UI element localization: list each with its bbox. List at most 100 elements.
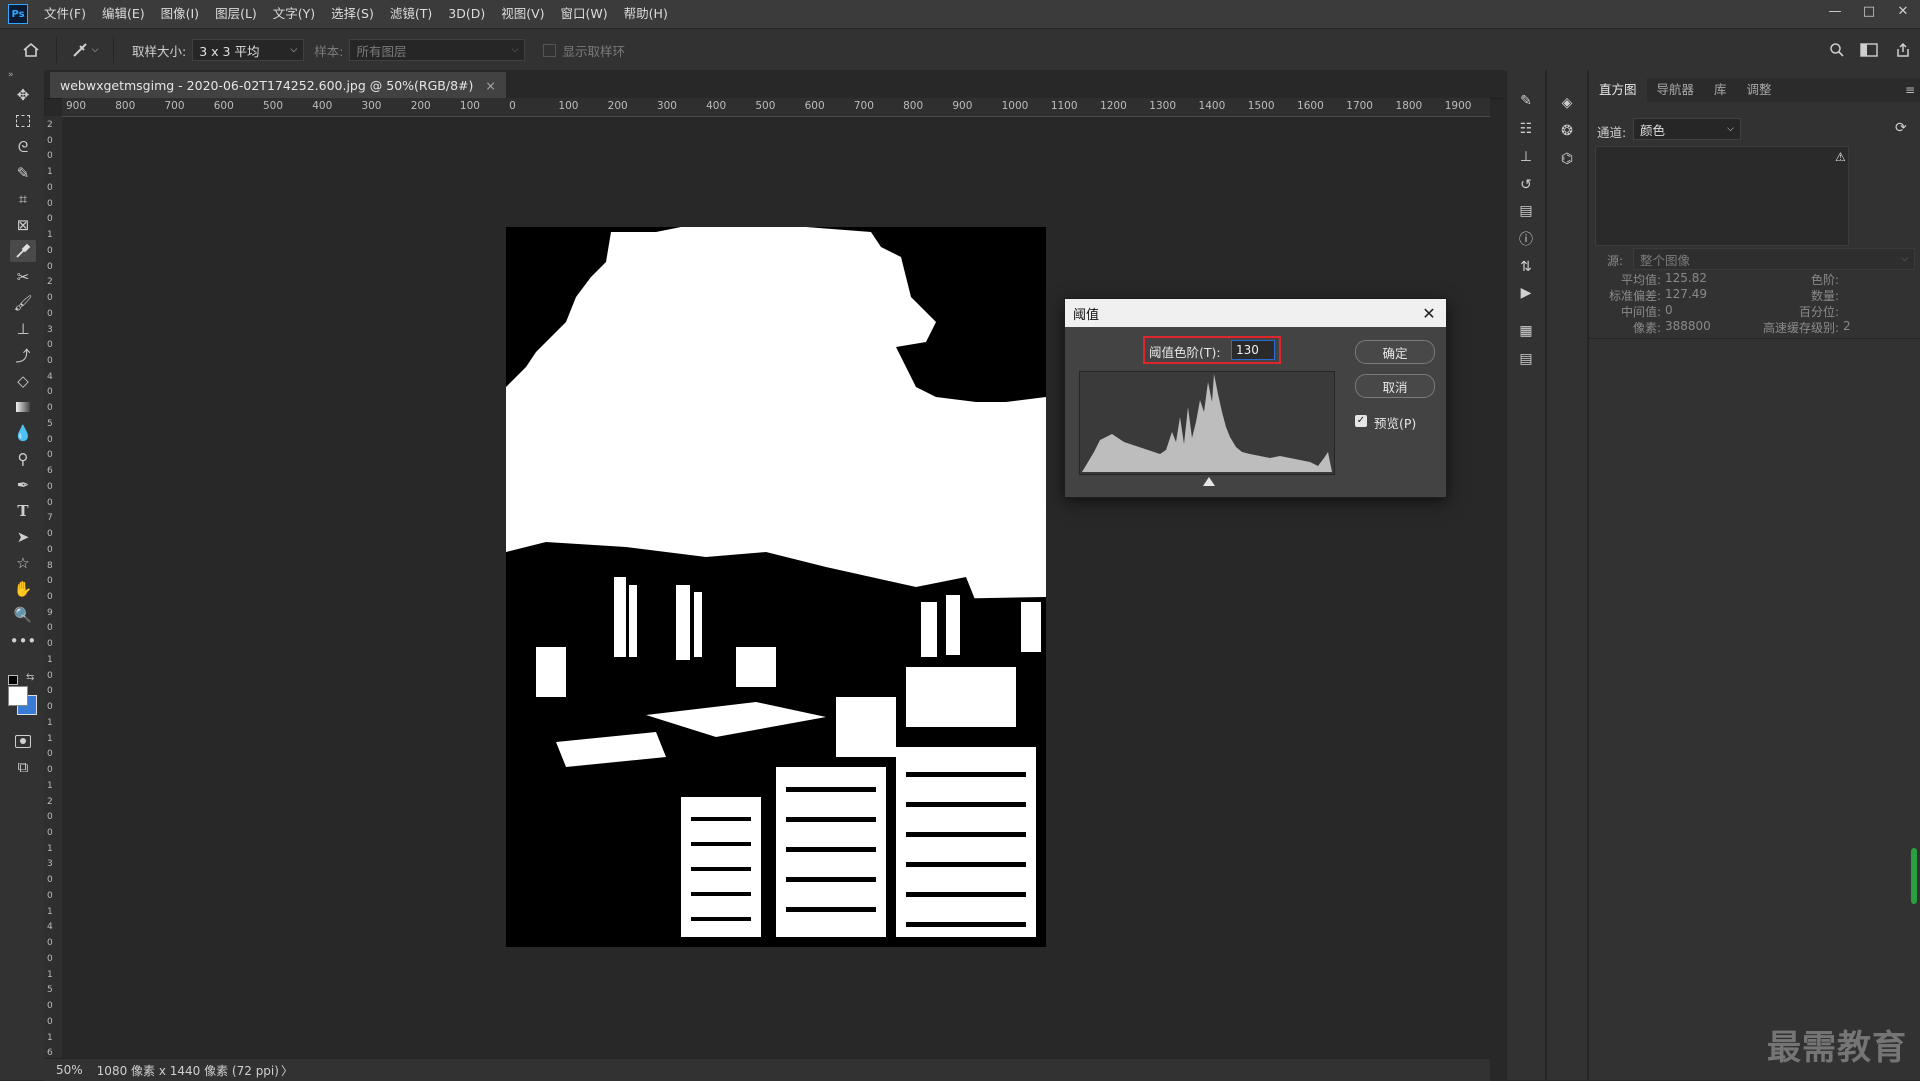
pen-tool-icon[interactable]: ✒ xyxy=(10,474,36,496)
channels-icon[interactable]: ❂ xyxy=(1555,120,1579,142)
status-menu-arrow[interactable]: 〉 xyxy=(281,1062,293,1079)
home-icon[interactable] xyxy=(14,35,48,65)
threshold-level-input[interactable]: 130 xyxy=(1231,340,1275,360)
sample-size-select[interactable]: 3 x 3 平均 ⌵ xyxy=(192,39,305,61)
menu-type[interactable]: 文字(Y) xyxy=(265,0,323,28)
menu-help[interactable]: 帮助(H) xyxy=(616,0,676,28)
paths-icon[interactable]: ⌬ xyxy=(1555,148,1579,170)
brush-tool-icon[interactable]: 🖌 xyxy=(10,292,36,314)
collapse-arrows-icon[interactable]: » xyxy=(8,70,14,80)
threshold-level-label: 阈值色阶(T): xyxy=(1149,345,1221,360)
ruler-left-label: 0 xyxy=(47,214,53,225)
crop-tool-icon[interactable]: ⌗ xyxy=(10,188,36,210)
workspace-icon[interactable] xyxy=(1852,43,1886,57)
ruler-left-label: 1 xyxy=(47,733,53,744)
stat-median-value: 0 xyxy=(1665,303,1673,317)
menu-view[interactable]: 视图(V) xyxy=(493,0,552,28)
blur-tool-icon[interactable]: 💧 xyxy=(10,422,36,444)
layers-icon[interactable]: ◈ xyxy=(1555,92,1579,114)
dodge-tool-icon[interactable]: ⚲ xyxy=(10,448,36,470)
channel-select[interactable]: 颜色 ⌵ xyxy=(1633,118,1741,140)
search-icon[interactable] xyxy=(1822,42,1852,58)
dialog-close-button[interactable]: ✕ xyxy=(1418,302,1440,324)
swatches-icon[interactable]: ▤ xyxy=(1514,200,1538,222)
menu-layer[interactable]: 图层(L) xyxy=(207,0,265,28)
stamp-tool-icon[interactable]: ⊥ xyxy=(10,318,36,340)
show-ring-checkbox[interactable] xyxy=(543,43,557,57)
quick-mask-icon[interactable] xyxy=(10,730,36,752)
watermark-text: 最需教育 xyxy=(1767,1028,1907,1068)
cancel-button[interactable]: 取消 xyxy=(1355,374,1435,398)
more-tools-icon[interactable]: ••• xyxy=(10,630,37,652)
menu-image[interactable]: 图像(I) xyxy=(153,0,207,28)
menu-3d[interactable]: 3D(D) xyxy=(440,0,493,28)
hand-tool-icon[interactable]: ✋ xyxy=(10,578,36,600)
minimize-button[interactable]: — xyxy=(1818,0,1852,22)
path-select-tool-icon[interactable]: ➤ xyxy=(10,526,36,548)
info-icon[interactable]: ⓘ xyxy=(1514,228,1538,250)
preview-checkbox[interactable]: ✓ xyxy=(1355,415,1367,427)
gradient-tool-icon[interactable] xyxy=(10,396,36,418)
default-colors-icon[interactable] xyxy=(8,675,18,685)
quick-select-tool-icon[interactable]: ✎ xyxy=(10,162,36,184)
swap-colors-icon[interactable]: ⇆ xyxy=(26,672,34,683)
screen-mode-icon[interactable]: ⧉ xyxy=(10,756,36,778)
close-tab-icon[interactable]: × xyxy=(485,78,495,93)
actions-play-icon[interactable]: ▶ xyxy=(1514,282,1538,304)
menu-edit[interactable]: 编辑(E) xyxy=(94,0,153,28)
marquee-tool-icon[interactable] xyxy=(10,110,36,132)
stat-level-label: 色阶: xyxy=(1810,273,1839,287)
zoom-tool-icon[interactable]: 🔍 xyxy=(10,604,36,626)
sample-size-value: 3 x 3 平均 xyxy=(199,43,260,59)
frame-tool-icon[interactable]: ⊠ xyxy=(10,214,36,236)
threshold-image[interactable] xyxy=(506,227,1046,947)
panel-menu-icon[interactable]: ≡ xyxy=(1905,83,1915,97)
menu-select[interactable]: 选择(S) xyxy=(323,0,382,28)
history-icon[interactable]: ↺ xyxy=(1514,174,1538,196)
properties-icon[interactable]: ☷ xyxy=(1514,118,1538,140)
notes-icon[interactable]: ▤ xyxy=(1514,348,1538,370)
document-title: webwxgetmsgimg - 2020-06-02T174252.600.j… xyxy=(60,77,474,93)
ruler-left-label: 0 xyxy=(47,576,53,587)
document-tab[interactable]: webwxgetmsgimg - 2020-06-02T174252.600.j… xyxy=(50,72,506,98)
move-tool-icon[interactable]: ✥ xyxy=(10,84,36,106)
zoom-level[interactable]: 50% xyxy=(56,1063,83,1077)
history-brush-icon[interactable]: ⤴ xyxy=(10,344,36,366)
photoshop-logo: Ps xyxy=(8,4,28,24)
shape-tool-icon[interactable]: ☆ xyxy=(10,552,36,574)
eyedropper-tool-preset-icon[interactable]: ⌵ xyxy=(65,42,105,58)
close-window-button[interactable]: ✕ xyxy=(1886,0,1920,22)
tab-adjustments[interactable]: 调整 xyxy=(1737,78,1782,102)
glyphs-icon[interactable]: ⇅ xyxy=(1514,256,1538,278)
ruler-left-label: 1 xyxy=(47,1032,53,1043)
source-select[interactable]: 整个图像 ⌵ xyxy=(1633,248,1915,270)
refresh-icon[interactable]: ⟳ xyxy=(1895,120,1907,136)
threshold-slider-handle[interactable] xyxy=(1203,477,1215,486)
type-tool-icon[interactable]: T xyxy=(10,500,36,522)
foreground-color-swatch[interactable] xyxy=(8,686,28,706)
healing-tool-icon[interactable]: ✂ xyxy=(10,266,36,288)
threshold-level-value: 130 xyxy=(1236,343,1259,357)
tab-navigator[interactable]: 导航器 xyxy=(1647,78,1705,102)
maximize-button[interactable]: □ xyxy=(1852,0,1886,22)
lasso-tool-icon[interactable]: ᘓ xyxy=(10,136,36,158)
clone-source-icon[interactable]: ⊥ xyxy=(1514,146,1538,168)
scrollbar-thumb[interactable] xyxy=(1911,848,1917,904)
ruler-left-label: 4 xyxy=(47,922,53,933)
tab-library[interactable]: 库 xyxy=(1704,78,1737,102)
menu-file[interactable]: 文件(F) xyxy=(36,0,94,28)
ok-button[interactable]: 确定 xyxy=(1355,340,1435,364)
ruler-left-label: 0 xyxy=(47,151,53,162)
cache-warning-icon[interactable]: ⚠ xyxy=(1835,150,1846,164)
ruler-top-label: 600 xyxy=(213,100,234,112)
menu-window[interactable]: 窗口(W) xyxy=(553,0,616,28)
tab-histogram[interactable]: 直方图 xyxy=(1589,78,1647,102)
layer-comps-icon[interactable]: ▦ xyxy=(1514,320,1538,342)
stat-stddev-label: 标准偏差: xyxy=(1608,289,1661,303)
brush-settings-icon[interactable]: ✎ xyxy=(1514,90,1538,112)
sample-select[interactable]: 所有图层 ⌵ xyxy=(349,39,526,61)
eraser-tool-icon[interactable]: ◇ xyxy=(10,370,36,392)
menu-filter[interactable]: 滤镜(T) xyxy=(382,0,440,28)
eyedropper-tool-icon[interactable] xyxy=(10,240,36,262)
share-icon[interactable] xyxy=(1886,42,1920,58)
